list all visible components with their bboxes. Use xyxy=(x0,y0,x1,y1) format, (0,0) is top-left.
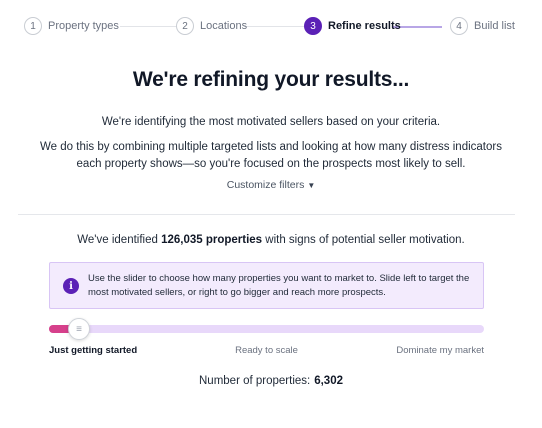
slider-labels: Just getting started Ready to scale Domi… xyxy=(49,345,484,359)
slider-track[interactable] xyxy=(49,325,484,333)
property-count: Number of properties: 6,302 xyxy=(0,375,542,387)
identified-summary: We've identified 126,035 properties with… xyxy=(0,234,542,246)
step-label: Locations xyxy=(200,20,248,32)
slider-thumb[interactable]: ≡ xyxy=(68,318,91,340)
step-label: Property types xyxy=(48,20,119,32)
property-count-value: 6,302 xyxy=(314,375,343,387)
caret-down-icon: ▼ xyxy=(307,181,316,190)
property-count-label: Number of properties: xyxy=(199,375,311,387)
info-icon: i xyxy=(63,278,79,294)
identified-prefix: We've identified xyxy=(77,234,162,246)
divider xyxy=(18,214,515,215)
slider-label-max: Dominate my market xyxy=(396,345,484,356)
step-label: Refine results xyxy=(328,20,401,32)
info-callout: i Use the slider to choose how many prop… xyxy=(49,262,484,309)
step-label: Build list xyxy=(474,20,515,32)
step-refine-results[interactable]: 3 Refine results xyxy=(304,17,401,35)
step-property-types[interactable]: 1 Property types xyxy=(24,17,119,35)
step-number: 3 xyxy=(304,17,322,35)
step-number: 2 xyxy=(176,17,194,35)
page-title: We're refining your results... xyxy=(132,68,410,91)
customize-filters-toggle[interactable]: Customize filters ▼ xyxy=(0,179,542,191)
customize-filters-label: Customize filters xyxy=(226,179,305,191)
identified-suffix: with signs of potential seller motivatio… xyxy=(262,234,465,246)
step-build-list[interactable]: 4 Build list xyxy=(450,17,515,35)
progress-stepper: 1 Property types 2 Locations 3 Refine re… xyxy=(24,17,518,39)
info-text: Use the slider to choose how many proper… xyxy=(88,273,470,298)
step-number: 4 xyxy=(450,17,468,35)
description-text: We do this by combining multiple targete… xyxy=(40,141,502,170)
step-number: 1 xyxy=(24,17,42,35)
identified-count: 126,035 properties xyxy=(161,234,263,246)
intro-text: We're identifying the most motivated sel… xyxy=(101,116,441,128)
property-count-slider[interactable]: ≡ xyxy=(49,318,484,340)
step-locations[interactable]: 2 Locations xyxy=(176,17,247,35)
